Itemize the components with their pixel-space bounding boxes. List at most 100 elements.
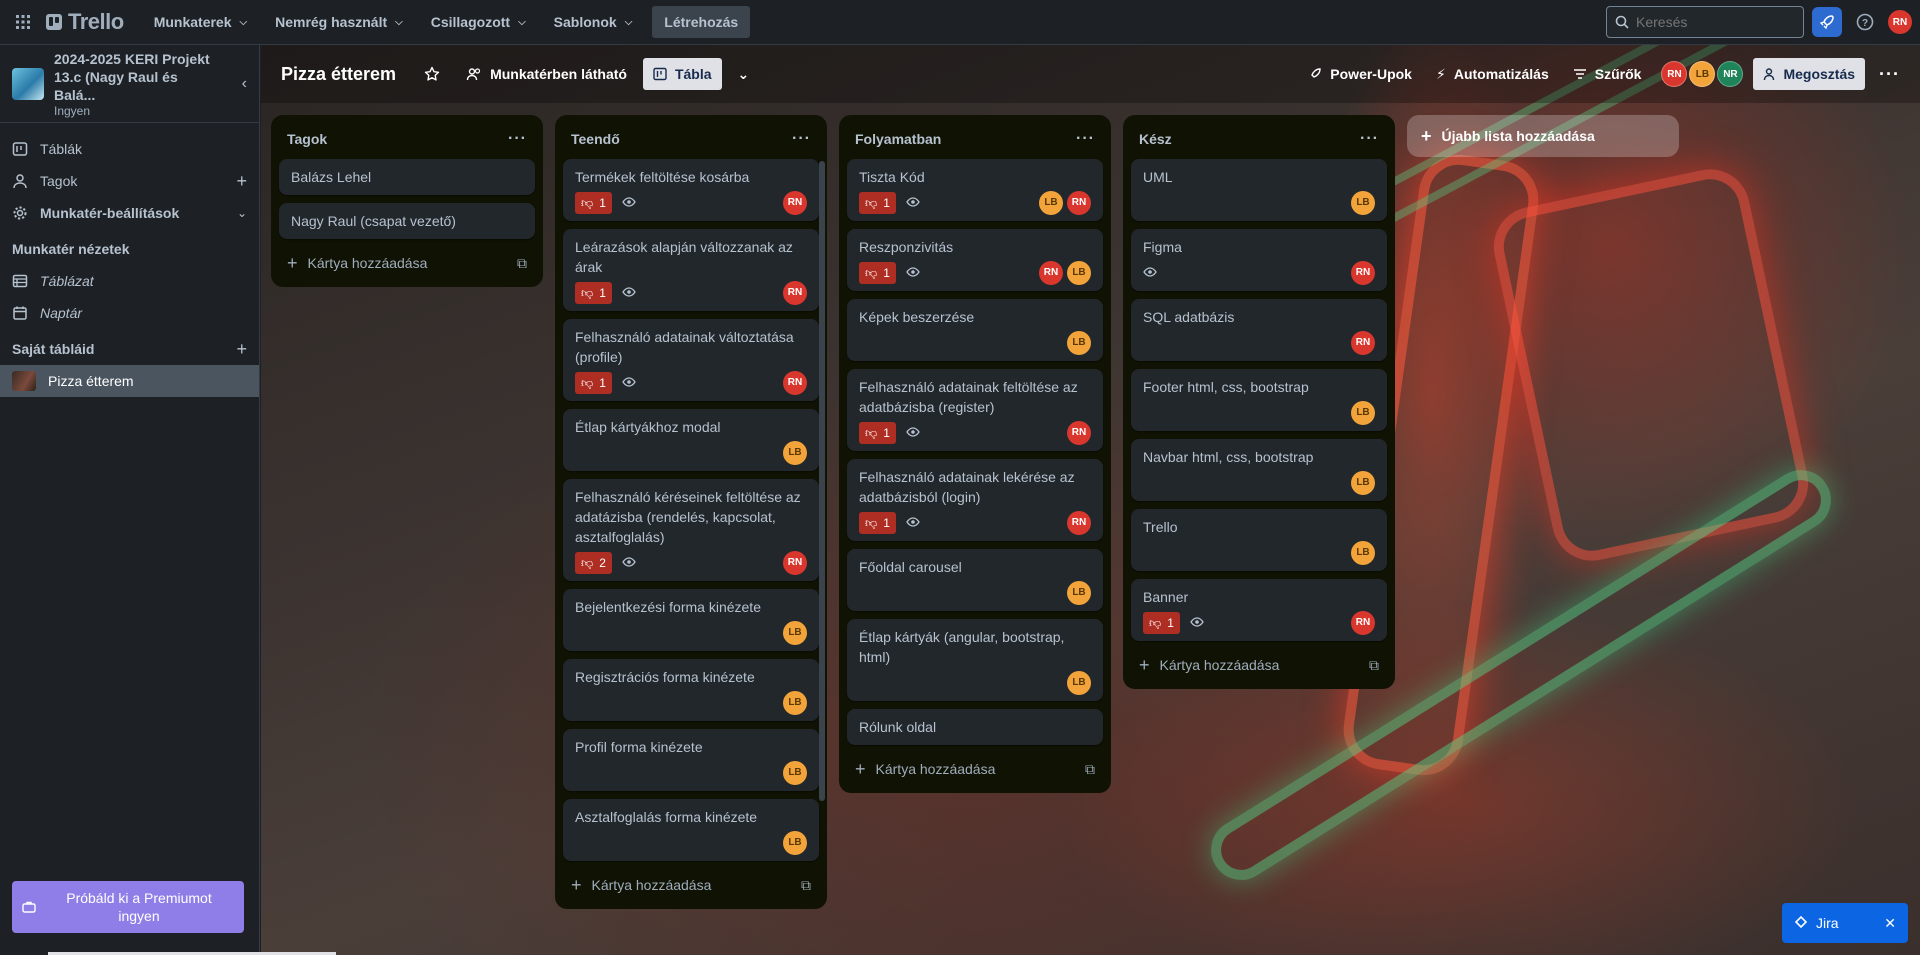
card[interactable]: Trello LB [1131,509,1387,571]
automation-button[interactable]: ⚡︎ Automatizálás [1426,58,1559,90]
card[interactable]: Navbar html, css, bootstrap LB [1131,439,1387,501]
sidebar-item-calendar-view[interactable]: Naptár [0,297,259,329]
card-member-avatar[interactable]: LB [1067,581,1091,605]
chevron-down-icon[interactable]: ⌄ [237,206,247,220]
card[interactable]: Figma RN [1131,229,1387,291]
nav-menu-item[interactable]: Nemrég használt ⌵ [263,6,415,38]
premium-trial-button[interactable]: Próbáld ki a Premiumot ingyen [12,881,244,933]
list-menu-icon[interactable]: ··· [792,130,811,148]
nav-menu-item[interactable]: Munkaterek ⌵ [142,6,259,38]
search-box[interactable] [1606,6,1804,38]
nav-menu-item[interactable]: Sablonok ⌵ [542,6,645,38]
card-member-avatar[interactable]: RN [783,191,807,215]
sidebar-item-members[interactable]: Tagok + [0,165,259,197]
view-switcher-button[interactable]: ⌄ [728,58,760,90]
add-card-button[interactable]: + Kártya hozzáadása ⧉ [839,751,1111,787]
card-template-icon[interactable]: ⧉ [1085,761,1095,778]
list-header[interactable]: Kész ··· [1123,123,1395,155]
card-member-avatar[interactable]: RN [783,371,807,395]
list-title[interactable]: Kész [1139,131,1172,147]
rocket-icon[interactable] [1812,7,1842,37]
list-title[interactable]: Folyamatban [855,131,941,147]
add-board-icon[interactable]: + [236,339,247,360]
card-member-avatar[interactable]: RN [783,281,807,305]
card-member-avatar[interactable]: LB [783,691,807,715]
card-member-avatar[interactable]: LB [783,621,807,645]
card-template-icon[interactable]: ⧉ [801,877,811,894]
card[interactable]: Rólunk oldal [847,709,1103,745]
list-header[interactable]: Teendő ··· [555,123,827,155]
card[interactable]: Bejelentkezési forma kinézete LB [563,589,819,651]
star-button[interactable] [414,58,450,90]
card-member-avatar[interactable]: RN [1351,331,1375,355]
list-menu-icon[interactable]: ··· [508,130,527,148]
list-header[interactable]: Tagok ··· [271,123,543,155]
card-member-avatar[interactable]: LB [1351,541,1375,565]
card-member-avatar[interactable]: RN [1351,261,1375,285]
user-avatar[interactable]: RN [1888,10,1912,34]
card[interactable]: Profil forma kinézete LB [563,729,819,791]
card-member-avatar[interactable]: LB [1039,191,1063,215]
more-menu-icon[interactable]: ··· [1869,58,1910,90]
card-member-avatar[interactable]: RN [783,551,807,575]
workspace-icon[interactable] [12,67,44,100]
card[interactable]: Felhasználó adatainak lekérése az adatbá… [847,459,1103,541]
collapse-sidebar-icon[interactable]: ‹ [242,75,247,93]
card-member-avatar[interactable]: RN [1067,421,1091,445]
nav-menu-item[interactable]: Csillagozott ⌵ [419,6,538,38]
card-member-avatar[interactable]: RN [1067,191,1091,215]
close-icon[interactable]: ✕ [1884,915,1896,932]
card[interactable]: Étlap kártyákhoz modal LB [563,409,819,471]
sidebar-board-pizza[interactable]: Pizza étterem [0,365,259,397]
sidebar-item-boards[interactable]: Táblák [0,133,259,165]
sidebar-item-table-view[interactable]: Táblázat [0,265,259,297]
card[interactable]: Nagy Raul (csapat vezető) [279,203,535,239]
jira-button[interactable]: Jira ✕ [1782,903,1908,943]
share-button[interactable]: Megosztás [1753,58,1866,90]
add-list-button[interactable]: + Újabb lista hozzáadása [1407,115,1679,157]
search-input[interactable] [1636,14,1786,30]
list-menu-icon[interactable]: ··· [1076,130,1095,148]
sidebar-item-settings[interactable]: Munkatér-beállítások ⌄ [0,197,259,229]
card[interactable]: SQL adatbázis RN [1131,299,1387,361]
powerups-button[interactable]: Power-Upok [1298,58,1422,90]
filters-button[interactable]: Szűrők [1563,58,1652,90]
card[interactable]: Felhasználó adatainak feltöltése az adat… [847,369,1103,451]
card-member-avatar[interactable]: LB [783,441,807,465]
card-member-avatar[interactable]: LB [1351,191,1375,215]
card[interactable]: Regisztrációs forma kinézete LB [563,659,819,721]
add-card-button[interactable]: + Kártya hozzáadása ⧉ [1123,647,1395,683]
card[interactable]: Főoldal carousel LB [847,549,1103,611]
visibility-button[interactable]: Munkatérben látható [456,58,637,90]
member-avatar[interactable]: RN [1661,61,1688,87]
trello-logo[interactable]: Trello [46,9,124,35]
card[interactable]: Termékek feltöltése kosárba 👎︎ 1 RN [563,159,819,221]
help-icon[interactable]: ? [1850,7,1880,37]
card-template-icon[interactable]: ⧉ [1369,657,1379,674]
card[interactable]: Tiszta Kód 👎︎ 1 LB RN [847,159,1103,221]
list-menu-icon[interactable]: ··· [1360,130,1379,148]
app-switcher-icon[interactable] [8,7,38,37]
card-member-avatar[interactable]: LB [1351,471,1375,495]
card-member-avatar[interactable]: LB [1067,671,1091,695]
list-title[interactable]: Tagok [287,131,327,147]
board-view-button[interactable]: Tábla [642,58,722,90]
workspace-title[interactable]: 2024-2025 KERI Projekt 13.c (Nagy Raul é… [54,50,219,104]
card-member-avatar[interactable]: LB [1067,331,1091,355]
card[interactable]: Asztalfoglalás forma kinézete LB [563,799,819,861]
add-card-button[interactable]: + Kártya hozzáadása ⧉ [555,867,827,903]
card[interactable]: Balázs Lehel [279,159,535,195]
card-member-avatar[interactable]: LB [783,831,807,855]
card[interactable]: Footer html, css, bootstrap LB [1131,369,1387,431]
card-member-avatar[interactable]: LB [1351,401,1375,425]
card[interactable]: Felhasználó kéréseinek feltöltése az ada… [563,479,819,581]
add-member-icon[interactable]: + [236,171,247,192]
card-member-avatar[interactable]: RN [1351,611,1375,635]
card[interactable]: Étlap kártyák (angular, bootstrap, html)… [847,619,1103,701]
card-member-avatar[interactable]: RN [1067,511,1091,535]
card[interactable]: Leárazások alapján változzanak az árak 👎︎… [563,229,819,311]
member-avatar[interactable]: LB [1689,61,1716,87]
create-button[interactable]: Létrehozás [652,6,751,38]
card-member-avatar[interactable]: LB [783,761,807,785]
board-title[interactable]: Pizza étterem [281,64,396,85]
